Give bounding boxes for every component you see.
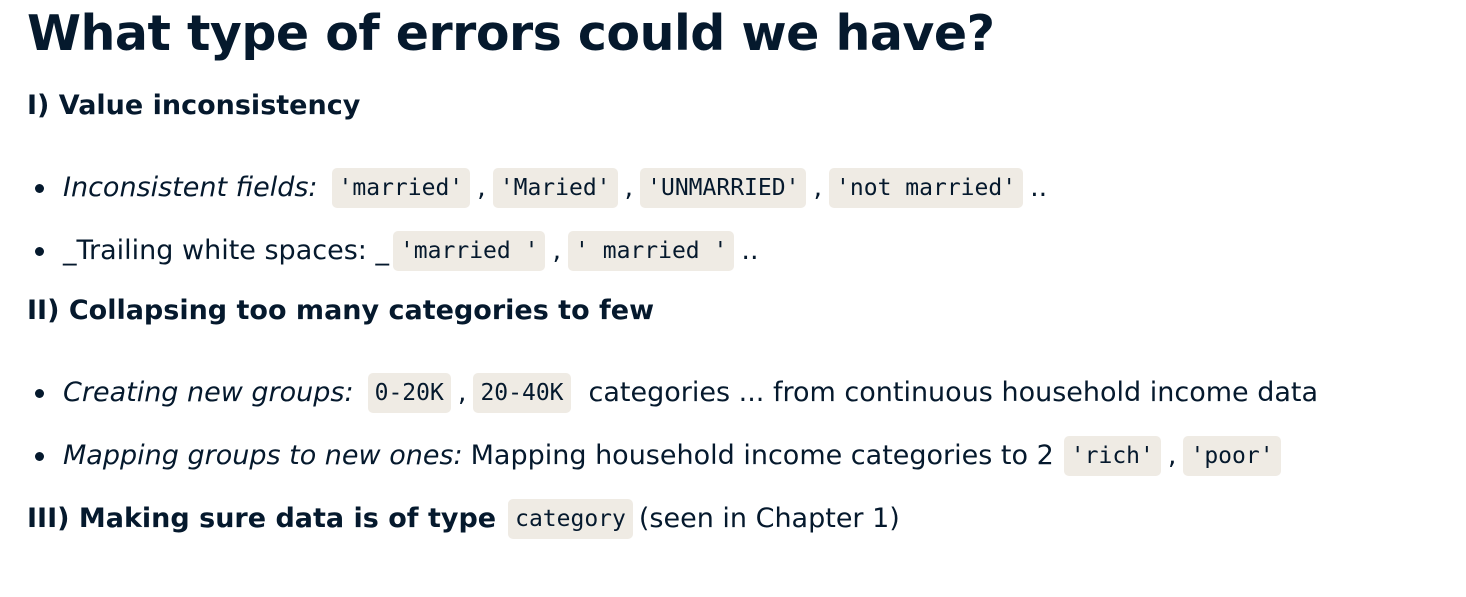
trailing-text: categories ... from continuous household… <box>588 377 1319 408</box>
bullet-dot <box>35 388 44 398</box>
bullet-lead: Creating new groups: <box>63 377 354 408</box>
bullet-lead: Inconsistent fields: <box>63 172 318 203</box>
code-snippet: 'rich' <box>1063 436 1161 476</box>
page-title: What type of errors could we have? <box>27 5 995 62</box>
code-snippet: 20-40K <box>473 373 571 413</box>
separator: , <box>1167 440 1177 471</box>
list-item-creating-new-groups: Creating new groups: 0-20K , 20-40K cate… <box>27 373 1318 413</box>
code-snippet: 'married ' <box>392 231 546 271</box>
section-heading-text: III) Making sure data is of type <box>27 503 497 534</box>
bullet-lead: Mapping groups to new ones: <box>63 440 463 471</box>
code-snippet: 0-20K <box>367 373 451 413</box>
code-snippet: 'Maried' <box>492 168 618 208</box>
bullet-lead: _Trailing white spaces: _ <box>63 235 389 266</box>
list-item-trailing-white-spaces: _Trailing white spaces: _ 'married ' , '… <box>27 231 762 271</box>
code-snippet: category <box>508 499 633 539</box>
separator: , <box>457 377 467 408</box>
code-snippet: ' married ' <box>568 231 735 271</box>
trailing-text: .. <box>741 235 759 266</box>
bullet-text: Mapping household income categories to 2 <box>470 440 1054 471</box>
separator: , <box>624 172 634 203</box>
code-snippet: 'not married' <box>829 168 1024 208</box>
separator: , <box>813 172 823 203</box>
separator: , <box>552 235 562 266</box>
code-snippet: 'UNMARRIED' <box>640 168 807 208</box>
section-heading-collapsing-categories: II) Collapsing too many categories to fe… <box>27 295 655 326</box>
trailing-text: (seen in Chapter 1) <box>638 503 900 534</box>
section-heading-type-category: III) Making sure data is of type categor… <box>27 499 900 539</box>
trailing-text: .. <box>1030 172 1048 203</box>
code-snippet: 'married' <box>331 168 471 208</box>
bullet-dot <box>35 246 44 256</box>
bullet-dot <box>35 451 44 461</box>
code-snippet: 'poor' <box>1183 436 1281 476</box>
list-item-mapping-groups: Mapping groups to new ones: Mapping hous… <box>27 436 1285 476</box>
separator: , <box>477 172 486 203</box>
bullet-dot <box>35 183 44 193</box>
list-item-inconsistent-fields: Inconsistent fields: 'married' , 'Maried… <box>27 168 1050 208</box>
section-heading-value-inconsistency: I) Value inconsistency <box>27 90 361 121</box>
